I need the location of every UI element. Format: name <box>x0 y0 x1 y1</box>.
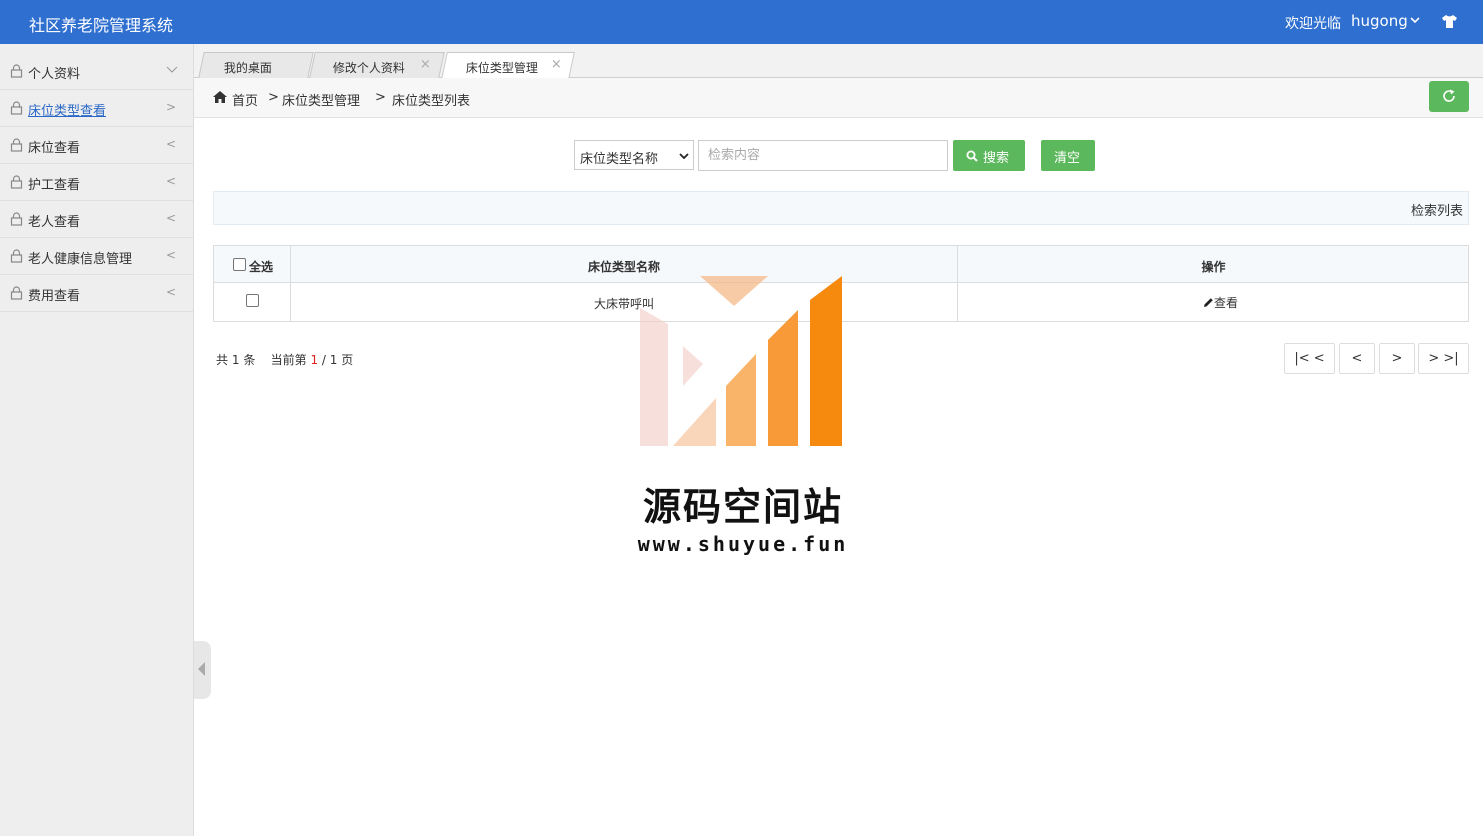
tab-label: 修改个人资料 <box>332 61 405 75</box>
total-prefix: 共 <box>216 353 229 367</box>
chevron-down-icon <box>679 153 689 160</box>
page-slash: / <box>321 353 326 367</box>
breadcrumb-home[interactable]: 首页 <box>232 90 258 109</box>
column-header-name: 床位类型名称 <box>587 260 660 274</box>
sidebar-item-bed-types[interactable]: 床位类型查看 > <box>0 90 193 127</box>
breadcrumb-current: 床位类型列表 <box>392 94 471 109</box>
lock-icon <box>10 175 23 189</box>
watermark: 源码空间站 www.shuyue.fun <box>628 276 858 566</box>
sidebar-item-fees[interactable]: 费用查看 < <box>0 275 193 312</box>
row-select-cell <box>214 283 291 321</box>
total-pages: 1 <box>329 353 338 367</box>
caret-left-icon <box>198 662 205 676</box>
app-title: 社区养老院管理系统 <box>29 16 174 35</box>
sidebar-item-label: 床位类型查看 <box>28 104 107 119</box>
page-info: 共 1 条 当前第 1 / 1 页 <box>216 351 353 368</box>
sidebar-item-profile[interactable]: 个人资料 <box>0 53 193 90</box>
breadcrumb-separator: > <box>375 90 386 105</box>
user-menu[interactable]: hugong <box>1351 12 1408 30</box>
breadcrumb-level1[interactable]: 床位类型管理 <box>282 90 360 109</box>
theme-shirt-icon[interactable] <box>1441 14 1458 29</box>
sidebar-item-caregivers[interactable]: 护工查看 < <box>0 164 193 201</box>
lock-icon <box>10 249 23 263</box>
total-suffix: 条 <box>243 353 256 367</box>
list-title: 检索列表 <box>1410 204 1463 219</box>
tab-edit-profile[interactable]: 修改个人资料 × <box>309 52 445 78</box>
lock-icon <box>10 101 23 115</box>
select-all-checkbox[interactable] <box>233 258 246 271</box>
view-link-label: 查看 <box>1214 296 1239 310</box>
lock-icon <box>10 138 23 152</box>
breadcrumb-separator: > <box>268 90 279 105</box>
prev-page-button[interactable]: < <box>1339 343 1375 374</box>
close-icon[interactable]: × <box>420 57 431 72</box>
row-action-cell: 查看 <box>958 283 1469 321</box>
tab-bed-type-manage[interactable]: 床位类型管理 × <box>441 52 575 79</box>
next-page-button[interactable]: > <box>1379 343 1415 374</box>
tab-label: 床位类型管理 <box>465 61 538 75</box>
search-button[interactable]: 搜索 <box>953 140 1025 171</box>
clear-button[interactable]: 清空 <box>1041 140 1095 171</box>
watermark-title: 源码空间站 <box>642 485 843 529</box>
lock-icon <box>10 286 23 300</box>
select-all-label: 全选 <box>249 260 274 274</box>
clear-button-label: 清空 <box>1054 150 1081 165</box>
chevron-down-icon <box>166 63 178 78</box>
row-checkbox[interactable] <box>246 294 259 307</box>
welcome-text: 欢迎光临 <box>1285 16 1341 32</box>
pages-suffix: 页 <box>341 353 354 367</box>
watermark-logo <box>640 276 842 446</box>
tab-bar: 我的桌面 修改个人资料 × 床位类型管理 × <box>194 44 1483 79</box>
last-page-button[interactable]: > >| <box>1418 343 1469 374</box>
view-link[interactable]: 查看 <box>1203 294 1238 311</box>
pencil-icon <box>1204 298 1213 307</box>
close-icon[interactable]: × <box>551 57 562 72</box>
top-header: 社区养老院管理系统 欢迎光临 hugong <box>0 0 1483 44</box>
sidebar-item-label: 护工查看 <box>28 178 81 193</box>
lock-icon <box>10 64 23 78</box>
header-select-cell: 全选 <box>214 246 291 282</box>
first-page-button[interactable]: |< < <box>1284 343 1335 374</box>
watermark-url: www.shuyue.fun <box>637 532 849 556</box>
sidebar-arrow: < <box>166 137 177 151</box>
tab-label: 我的桌面 <box>223 61 272 75</box>
search-icon <box>966 150 978 162</box>
sidebar-arrow: < <box>166 248 177 262</box>
total-count: 1 <box>231 353 240 367</box>
current-page: 1 <box>310 353 319 367</box>
sidebar-item-beds[interactable]: 床位查看 < <box>0 127 193 164</box>
sidebar-item-health[interactable]: 老人健康信息管理 < <box>0 238 193 275</box>
sidebar-item-label: 个人资料 <box>28 67 81 82</box>
sidebar-arrow: < <box>166 174 177 188</box>
sidebar-item-elders[interactable]: 老人查看 < <box>0 201 193 238</box>
home-icon <box>213 91 227 103</box>
sidebar-arrow: < <box>166 211 177 225</box>
refresh-button[interactable] <box>1429 81 1469 112</box>
list-title-bar: 检索列表 <box>213 191 1469 225</box>
chevron-down-icon[interactable] <box>1409 12 1421 28</box>
sidebar-item-label: 费用查看 <box>28 289 81 304</box>
sidebar-arrow: > <box>166 100 177 114</box>
refresh-icon <box>1443 89 1455 102</box>
search-button-label: 搜索 <box>983 150 1010 165</box>
current-prefix: 当前第 <box>270 353 307 367</box>
select-value: 床位类型名称 <box>580 152 659 167</box>
sidebar-item-label: 老人查看 <box>28 215 81 230</box>
breadcrumb: 首页 > 床位类型管理 > 床位类型列表 <box>194 78 1483 118</box>
header-action-cell: 操作 <box>958 246 1469 282</box>
sidebar-arrow: < <box>166 285 177 299</box>
column-header-action: 操作 <box>1201 260 1226 274</box>
sidebar-item-label: 老人健康信息管理 <box>28 252 133 267</box>
tab-desktop[interactable]: 我的桌面 <box>198 52 314 78</box>
sidebar-collapse-handle[interactable] <box>194 641 211 699</box>
search-field-select[interactable]: 床位类型名称 <box>574 140 694 170</box>
search-input[interactable] <box>698 140 948 171</box>
sidebar-item-label: 床位查看 <box>28 141 81 156</box>
lock-icon <box>10 212 23 226</box>
sidebar: 个人资料 床位类型查看 > 床位查看 < 护工查看 < 老人查看 < 老人健康信… <box>0 44 194 836</box>
